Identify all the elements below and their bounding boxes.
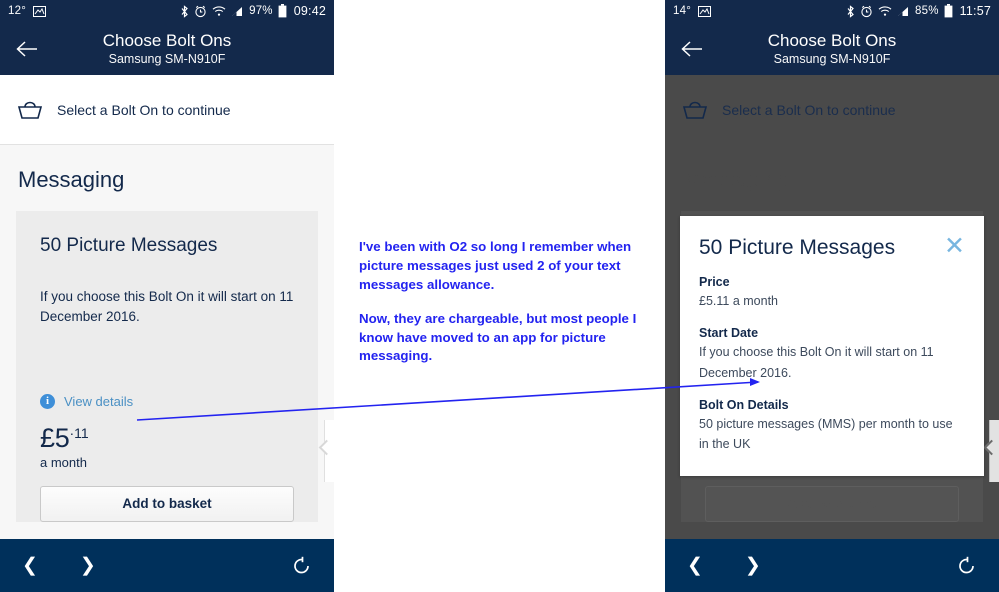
app-bar: Choose Bolt Ons Samsung SM-N910F xyxy=(665,22,999,75)
basket-icon xyxy=(681,98,709,122)
modal-value: £5.11 a month xyxy=(699,294,778,308)
battery-icon xyxy=(278,4,287,18)
clock-label: 09:42 xyxy=(293,4,326,18)
basket-icon xyxy=(16,98,44,122)
section-title: Messaging xyxy=(683,167,790,192)
refresh-icon[interactable] xyxy=(957,556,977,576)
image-icon xyxy=(698,5,711,17)
image-icon xyxy=(33,5,46,17)
signal-icon xyxy=(897,5,910,17)
browser-nav-bar: ❮ ❯ xyxy=(665,539,999,592)
price-period: a month xyxy=(40,454,87,470)
basket-bar-label: Select a Bolt On to continue xyxy=(722,101,896,118)
temperature-label: 14° xyxy=(673,5,691,17)
view-details-label: View details xyxy=(64,393,134,409)
annotation-paragraph-1: I've been with O2 so long I remember whe… xyxy=(359,239,632,292)
bolt-on-start-text: If you choose this Bolt On it will start… xyxy=(40,289,294,325)
alarm-icon xyxy=(194,5,207,18)
status-bar: 12° 97% 09:42 xyxy=(0,0,334,22)
page-title: Choose Bolt Ons xyxy=(102,31,232,51)
view-details-link[interactable]: i View details xyxy=(40,393,294,409)
chevron-right-icon[interactable]: ❯ xyxy=(80,556,96,575)
basket-bar: Select a Bolt On to continue xyxy=(0,75,334,145)
modal-value: If you choose this Bolt On it will start… xyxy=(699,345,934,380)
chevron-left-icon[interactable]: ❮ xyxy=(22,556,38,575)
basket-bar-label: Select a Bolt On to continue xyxy=(57,101,231,118)
device-subtitle: Samsung SM-N910F xyxy=(108,51,226,66)
status-bar: 14° 85% 11:57 xyxy=(665,0,999,22)
modal-label: Bolt On Details xyxy=(699,397,789,412)
wifi-icon xyxy=(878,5,892,17)
section-title: Messaging xyxy=(18,167,125,192)
chevron-left-icon[interactable]: ❮ xyxy=(687,556,703,575)
device-subtitle: Samsung SM-N910F xyxy=(773,51,891,66)
right-phone-screenshot: 14° 85% 11:57 Choose Bolt Ons Samsung SM… xyxy=(665,0,999,592)
temperature-label: 12° xyxy=(8,5,26,17)
modal-value: 50 picture messages (MMS) per month to u… xyxy=(699,416,953,451)
annotation-paragraph-2: Now, they are chargeable, but most peopl… xyxy=(359,310,637,364)
close-icon[interactable]: ✕ xyxy=(944,234,965,259)
chevron-right-icon[interactable]: ❯ xyxy=(745,556,761,575)
clock-label: 11:57 xyxy=(959,4,991,18)
battery-percent-label: 85% xyxy=(915,5,939,17)
modal-title: 50 Picture Messages xyxy=(699,236,896,259)
modal-row-bolt-on-details: Bolt On Details 50 picture messages (MMS… xyxy=(699,398,965,455)
left-phone-screenshot: 12° 97% 09:42 Choose Bolt Ons Samsung SM… xyxy=(0,0,334,592)
screenshot-stage: 12° 97% 09:42 Choose Bolt Ons Samsung SM… xyxy=(0,0,999,592)
refresh-icon[interactable] xyxy=(292,556,312,576)
bluetooth-icon xyxy=(180,4,189,18)
signal-icon xyxy=(231,5,244,17)
add-to-basket-button[interactable]: Add to basket xyxy=(40,485,294,522)
scroll-hint-chevron xyxy=(989,420,999,482)
bolt-on-card: 50 Picture Messages If you choose this B… xyxy=(16,211,318,522)
basket-bar: Select a Bolt On to continue xyxy=(665,75,999,145)
bluetooth-icon xyxy=(846,4,855,18)
alarm-icon xyxy=(860,5,873,18)
app-bar: Choose Bolt Ons Samsung SM-N910F xyxy=(0,22,334,75)
battery-percent-label: 97% xyxy=(249,5,273,17)
price-amount: £5 xyxy=(40,422,70,453)
page-title: Choose Bolt Ons xyxy=(767,31,897,51)
annotation-text: I've been with O2 so long I remember whe… xyxy=(359,238,659,366)
scroll-hint-chevron xyxy=(324,420,334,482)
browser-nav-bar: ❮ ❯ xyxy=(0,539,334,592)
price-block: £5·11 a month xyxy=(40,423,294,470)
add-to-basket-button[interactable]: Add to basket xyxy=(705,485,959,522)
page-body: Messaging 50 Picture Messages If you cho… xyxy=(0,145,334,592)
modal-label: Price xyxy=(699,275,730,289)
battery-icon xyxy=(944,4,953,18)
modal-row-price: Price £5.11 a month xyxy=(699,275,965,311)
wifi-icon xyxy=(212,5,226,17)
info-icon: i xyxy=(40,393,55,409)
bolt-on-details-modal: 50 Picture Messages ✕ Price £5.11 a mont… xyxy=(680,216,984,477)
price-fraction: ·11 xyxy=(69,424,89,441)
bolt-on-title: 50 Picture Messages xyxy=(40,235,218,256)
modal-label: Start Date xyxy=(699,326,759,341)
modal-row-start-date: Start Date If you choose this Bolt On it… xyxy=(699,326,965,383)
